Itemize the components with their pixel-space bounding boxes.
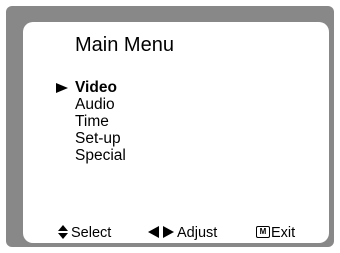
menu-item-label: Audio bbox=[75, 96, 115, 113]
selection-cursor-icon bbox=[56, 83, 68, 93]
menu-item-time[interactable]: Time bbox=[56, 113, 126, 130]
menu-key-icon: M bbox=[256, 226, 270, 239]
menu-item-video[interactable]: Video bbox=[56, 79, 126, 96]
left-right-arrows-icon bbox=[148, 226, 174, 239]
up-down-arrows-icon bbox=[58, 225, 68, 240]
menu-title: Main Menu bbox=[75, 34, 174, 56]
navigation-hints: Select Adjust M Exit bbox=[23, 225, 329, 241]
menu-item-label: Video bbox=[75, 79, 117, 96]
main-menu-list: Video Audio Time Set-up Special bbox=[56, 79, 126, 164]
exit-hint: M Exit bbox=[256, 225, 295, 241]
menu-item-special[interactable]: Special bbox=[56, 147, 126, 164]
osd-menu-panel: Main Menu Video Audio Time Set-up Specia… bbox=[23, 22, 329, 243]
exit-hint-label: Exit bbox=[271, 225, 296, 241]
select-hint: Select bbox=[58, 225, 111, 241]
adjust-hint: Adjust bbox=[148, 225, 217, 241]
menu-item-label: Special bbox=[75, 147, 126, 164]
select-hint-label: Select bbox=[71, 225, 112, 241]
menu-item-label: Set-up bbox=[75, 130, 121, 147]
menu-item-label: Time bbox=[75, 113, 109, 130]
tv-screen-bezel: Main Menu Video Audio Time Set-up Specia… bbox=[6, 6, 334, 247]
adjust-hint-label: Adjust bbox=[177, 225, 218, 241]
menu-item-set-up[interactable]: Set-up bbox=[56, 130, 126, 147]
menu-item-audio[interactable]: Audio bbox=[56, 96, 126, 113]
